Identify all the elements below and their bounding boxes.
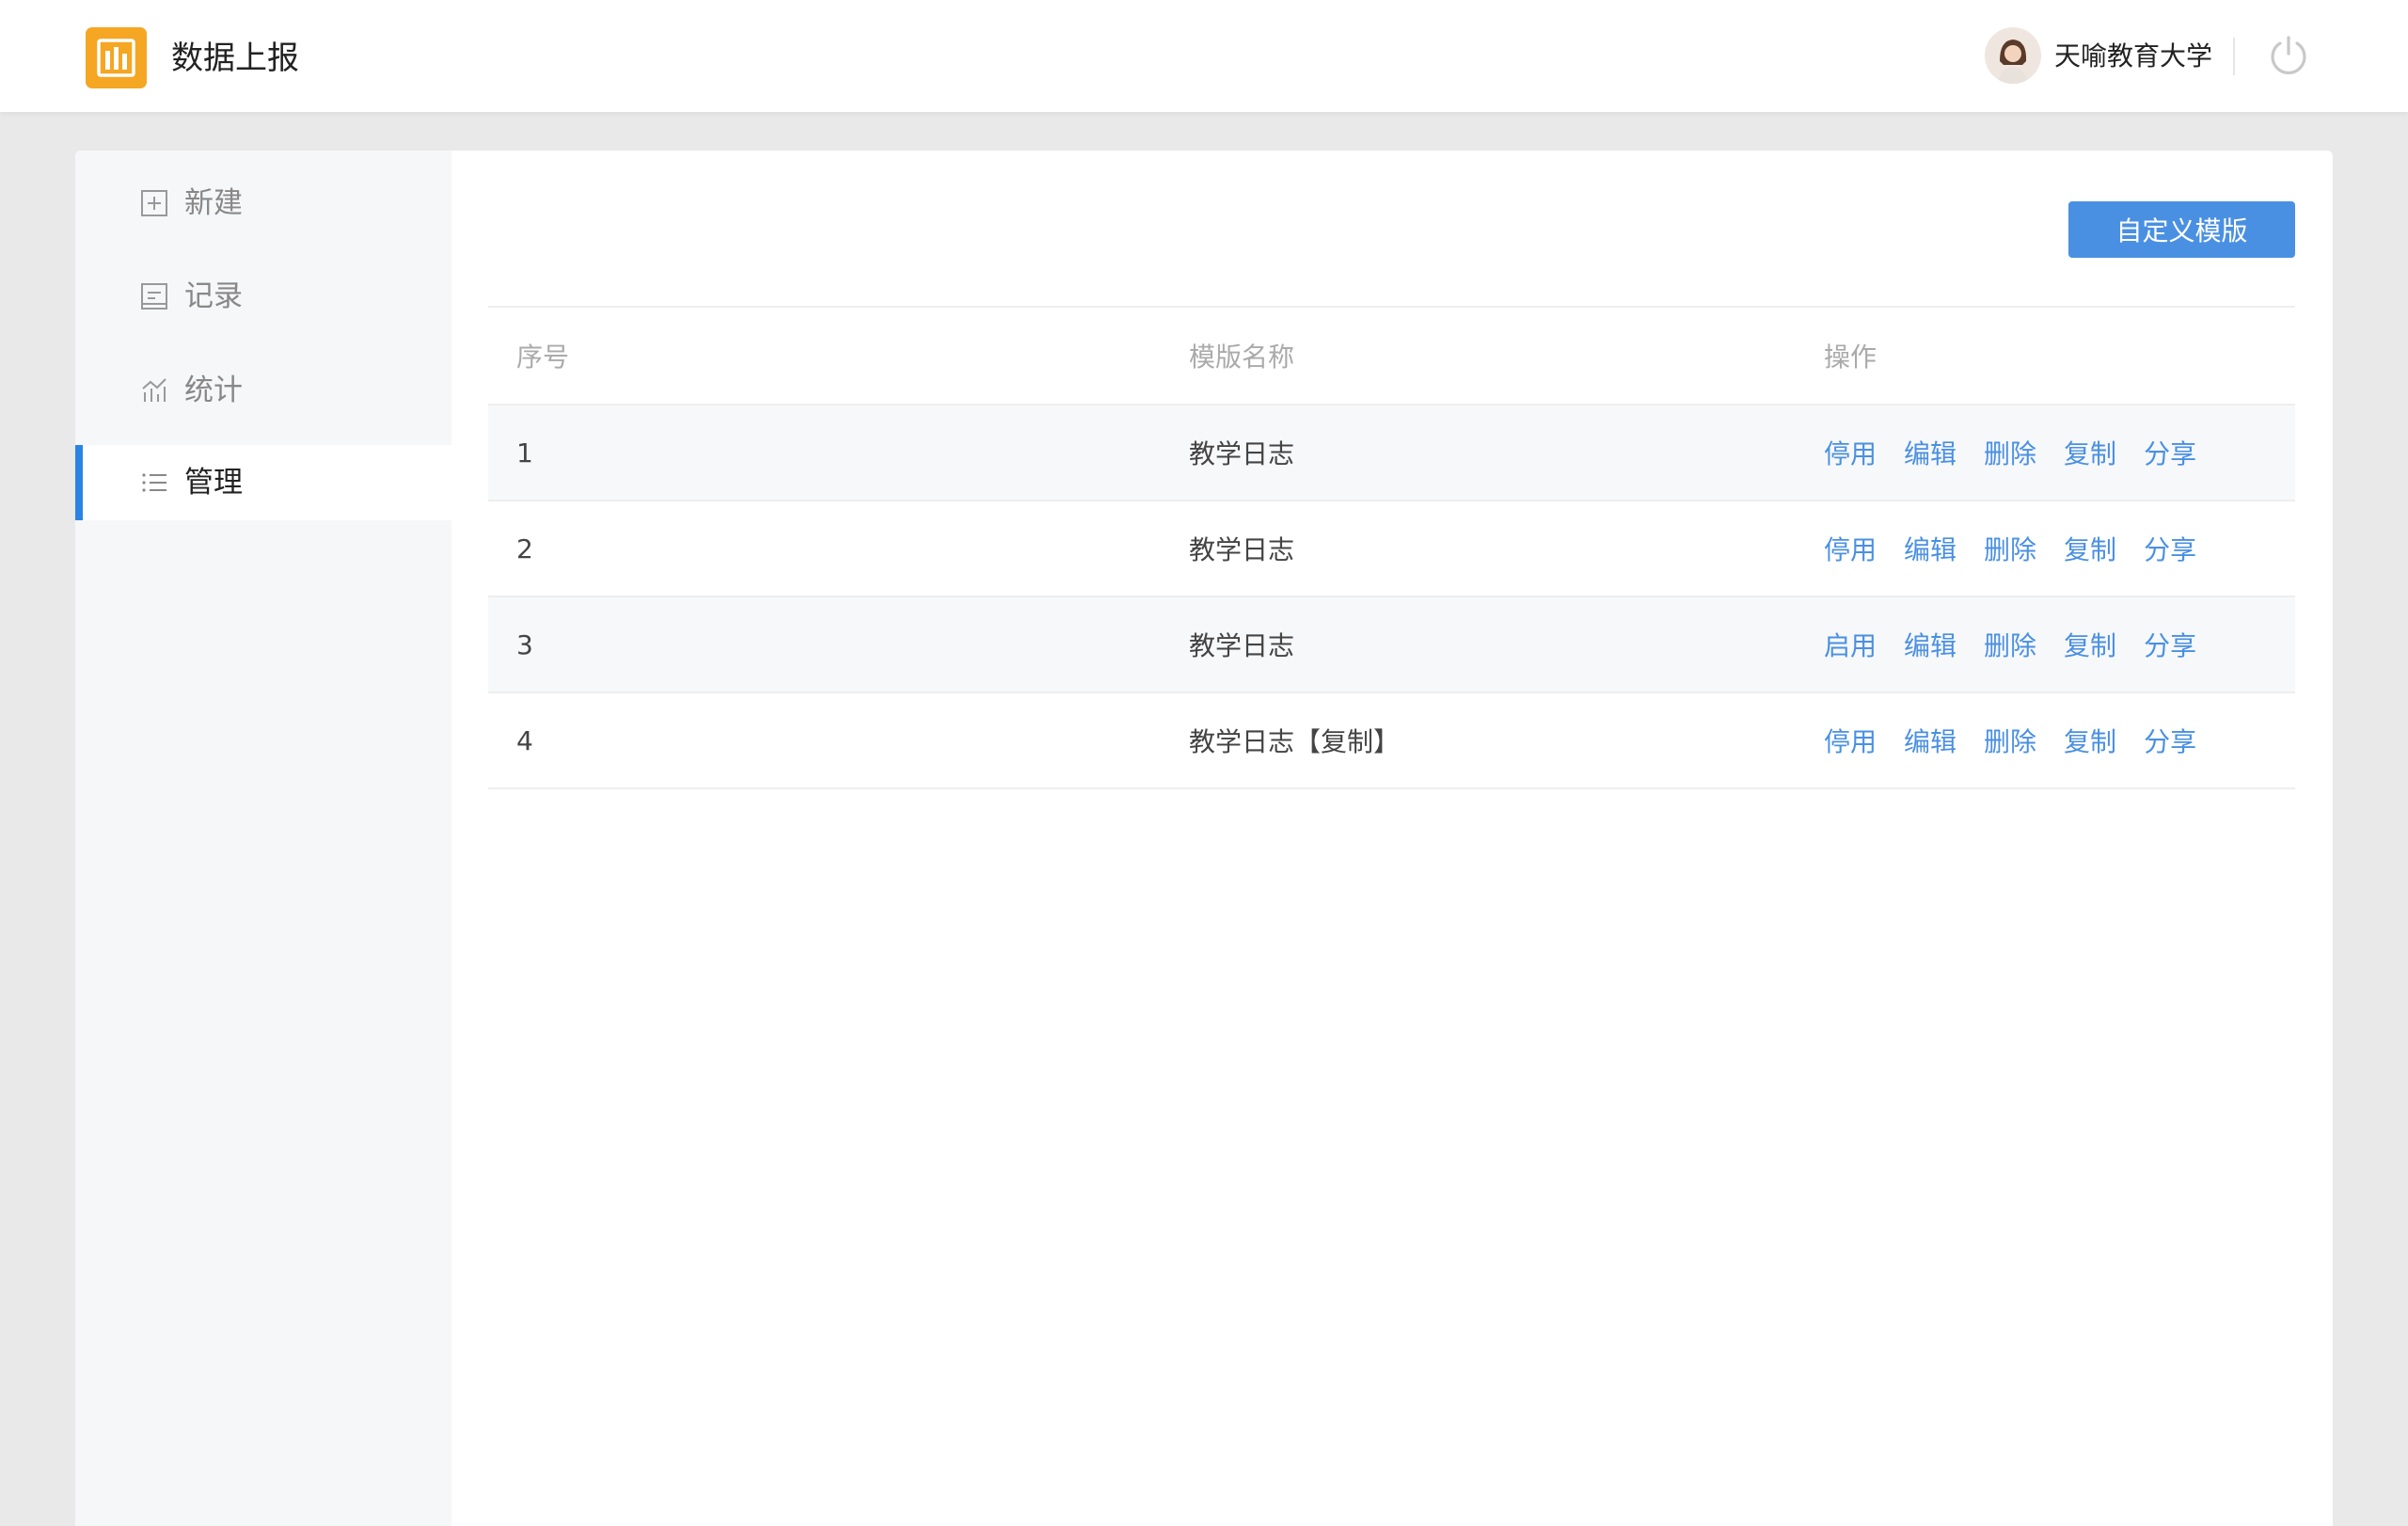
list-icon [142, 473, 166, 492]
sidebar-item-label: 记录 [184, 279, 243, 313]
share-link[interactable]: 分享 [2144, 722, 2196, 759]
main-content: 自定义模版 序号 模版名称 操作 1 教学日志 停用 编辑 删除 复制 分享 2… [452, 151, 2333, 1526]
table-header: 序号 模版名称 操作 [488, 308, 2295, 405]
avatar[interactable] [1985, 27, 2041, 84]
copy-link[interactable]: 复制 [2064, 530, 2116, 567]
column-header-actions: 操作 [1824, 342, 1877, 373]
chart-icon [142, 378, 166, 402]
table-row: 1 教学日志 停用 编辑 删除 复制 分享 [488, 405, 2295, 501]
template-table: 序号 模版名称 操作 1 教学日志 停用 编辑 删除 复制 分享 2 教学日志 [488, 308, 2295, 789]
row-actions: 停用 编辑 删除 复制 分享 [1824, 501, 2224, 596]
table-row: 4 教学日志【复制】 停用 编辑 删除 复制 分享 [488, 693, 2295, 789]
document-icon [141, 283, 167, 310]
row-index: 1 [516, 437, 533, 469]
delete-link[interactable]: 删除 [1984, 530, 2036, 567]
row-index: 4 [516, 724, 533, 756]
row-index: 2 [516, 533, 533, 564]
row-template-name: 教学日志 [1189, 630, 1295, 661]
delete-link[interactable]: 删除 [1984, 434, 2036, 471]
top-header: 数据上报 天喻教育大学 [0, 0, 2408, 112]
disable-link[interactable]: 停用 [1824, 434, 1877, 471]
bar-chart-icon [97, 39, 135, 77]
delete-link[interactable]: 删除 [1984, 722, 2036, 759]
sidebar-item-manage[interactable]: 管理 [75, 445, 452, 520]
edit-link[interactable]: 编辑 [1904, 722, 1956, 759]
copy-link[interactable]: 复制 [2064, 434, 2116, 471]
custom-template-button[interactable]: 自定义模版 [2068, 201, 2295, 258]
sidebar-item-label: 统计 [184, 374, 243, 407]
column-header-index: 序号 [516, 342, 570, 373]
logout-button[interactable] [2267, 34, 2310, 77]
disable-link[interactable]: 停用 [1824, 530, 1877, 567]
column-header-name: 模版名称 [1189, 342, 1295, 373]
disable-link[interactable]: 停用 [1824, 722, 1877, 759]
row-index: 3 [516, 628, 533, 660]
edit-link[interactable]: 编辑 [1904, 530, 1956, 567]
row-actions: 停用 编辑 删除 复制 分享 [1824, 405, 2224, 500]
app-title: 数据上报 [171, 40, 299, 77]
enable-link[interactable]: 启用 [1824, 626, 1877, 663]
user-name[interactable]: 天喻教育大学 [2054, 36, 2212, 77]
copy-link[interactable]: 复制 [2064, 626, 2116, 663]
active-indicator [75, 445, 83, 520]
row-template-name: 教学日志【复制】 [1189, 726, 1401, 757]
table-row: 2 教学日志 停用 编辑 删除 复制 分享 [488, 501, 2295, 597]
sidebar-item-label: 管理 [184, 466, 243, 500]
share-link[interactable]: 分享 [2144, 530, 2196, 567]
app-logo[interactable] [86, 27, 147, 88]
sidebar-item-new[interactable]: 新建 [75, 166, 452, 241]
share-link[interactable]: 分享 [2144, 626, 2196, 663]
plus-square-icon [141, 190, 167, 216]
table-row: 3 教学日志 启用 编辑 删除 复制 分享 [488, 597, 2295, 693]
sidebar-item-statistics[interactable]: 统计 [75, 353, 452, 428]
row-template-name: 教学日志 [1189, 438, 1295, 469]
edit-link[interactable]: 编辑 [1904, 434, 1956, 471]
row-actions: 停用 编辑 删除 复制 分享 [1824, 693, 2224, 787]
header-divider [2233, 38, 2235, 75]
row-actions: 启用 编辑 删除 复制 分享 [1824, 597, 2224, 691]
content-card: 新建 记录 统计 管理 自定义模版 序号 模版名称 操作 1 教学日志 停用 编… [75, 151, 2333, 1526]
sidebar: 新建 记录 统计 管理 [75, 151, 452, 1526]
delete-link[interactable]: 删除 [1984, 626, 2036, 663]
user-avatar-icon [1985, 27, 2041, 84]
sidebar-item-records[interactable]: 记录 [75, 259, 452, 334]
edit-link[interactable]: 编辑 [1904, 626, 1956, 663]
sidebar-item-label: 新建 [184, 186, 243, 220]
row-template-name: 教学日志 [1189, 534, 1295, 565]
copy-link[interactable]: 复制 [2064, 722, 2116, 759]
share-link[interactable]: 分享 [2144, 434, 2196, 471]
power-icon [2271, 36, 2306, 75]
